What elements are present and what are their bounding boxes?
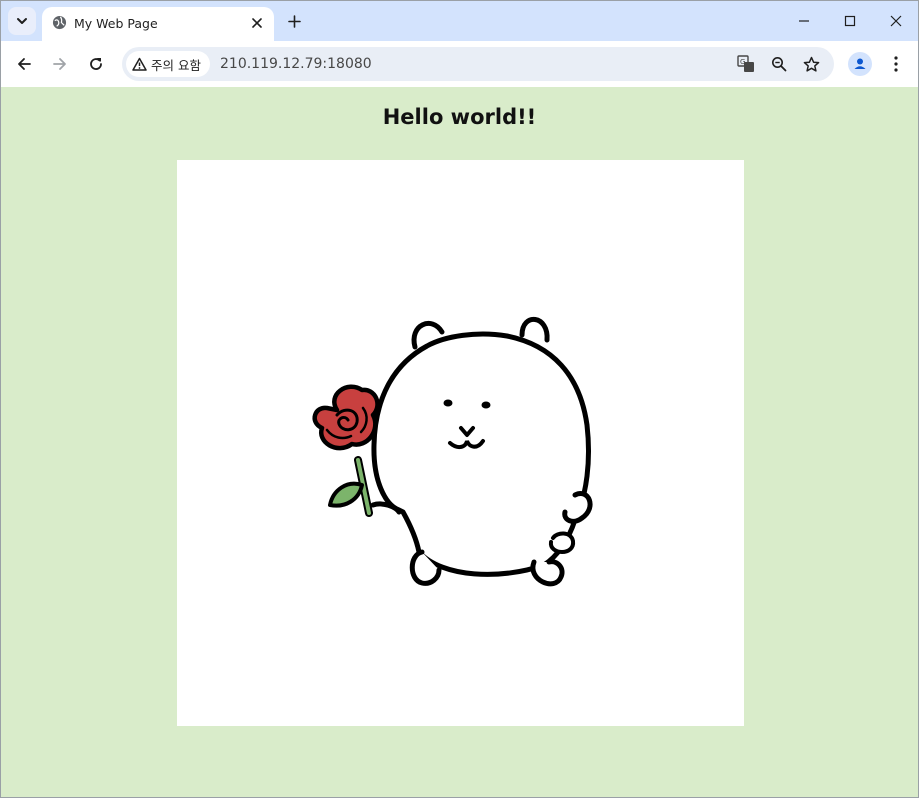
translate-button[interactable]: G	[736, 54, 756, 74]
star-icon	[803, 56, 819, 72]
address-bar[interactable]: 주의 요함 210.119.12.79:18080 G	[122, 47, 834, 81]
browser-toolbar: 주의 요함 210.119.12.79:18080 G	[1, 41, 918, 87]
warning-triangle-icon	[132, 57, 147, 71]
chevron-down-icon	[17, 18, 27, 24]
bear-image	[177, 160, 744, 726]
minimize-button[interactable]	[788, 7, 820, 35]
minimize-icon	[799, 20, 809, 22]
security-chip[interactable]: 주의 요함	[126, 51, 210, 77]
security-chip-label: 주의 요함	[151, 57, 201, 73]
browser-window: My Web Page 주의 요함 210.119.12.79:18080 G …	[0, 0, 919, 798]
back-arrow-icon	[18, 58, 31, 70]
globe-icon	[52, 15, 67, 30]
back-button[interactable]	[11, 51, 37, 77]
profile-icon	[851, 55, 869, 73]
browser-menu-button[interactable]	[884, 52, 908, 76]
close-icon	[252, 18, 262, 28]
plus-icon	[287, 14, 301, 28]
reload-button[interactable]	[83, 51, 109, 77]
maximize-button[interactable]	[834, 7, 866, 35]
svg-text:G: G	[740, 58, 745, 66]
close-window-button[interactable]	[880, 7, 912, 35]
zoom-out-icon	[772, 57, 787, 72]
page-viewport: Hello world!!	[1, 87, 918, 797]
tab-active[interactable]: My Web Page	[42, 7, 274, 41]
close-icon	[890, 15, 902, 27]
new-tab-button[interactable]	[283, 10, 305, 32]
maximize-icon	[844, 15, 856, 27]
tab-search-button[interactable]	[8, 7, 36, 35]
bookmark-button[interactable]	[801, 54, 821, 74]
translate-icon: G	[737, 55, 754, 72]
tab-strip: My Web Page	[1, 1, 918, 41]
zoom-button[interactable]	[769, 54, 789, 74]
reload-icon	[90, 58, 102, 70]
tab-title: My Web Page	[74, 16, 158, 31]
url-text[interactable]: 210.119.12.79:18080	[220, 56, 372, 72]
forward-button[interactable]	[47, 51, 73, 77]
forward-arrow-icon	[53, 58, 66, 70]
bear-holding-rose-illustration	[312, 316, 593, 587]
profile-button[interactable]	[848, 52, 872, 76]
kebab-menu-icon	[894, 56, 898, 72]
page-heading: Hello world!!	[382, 105, 537, 129]
tab-close-button[interactable]	[248, 14, 266, 32]
